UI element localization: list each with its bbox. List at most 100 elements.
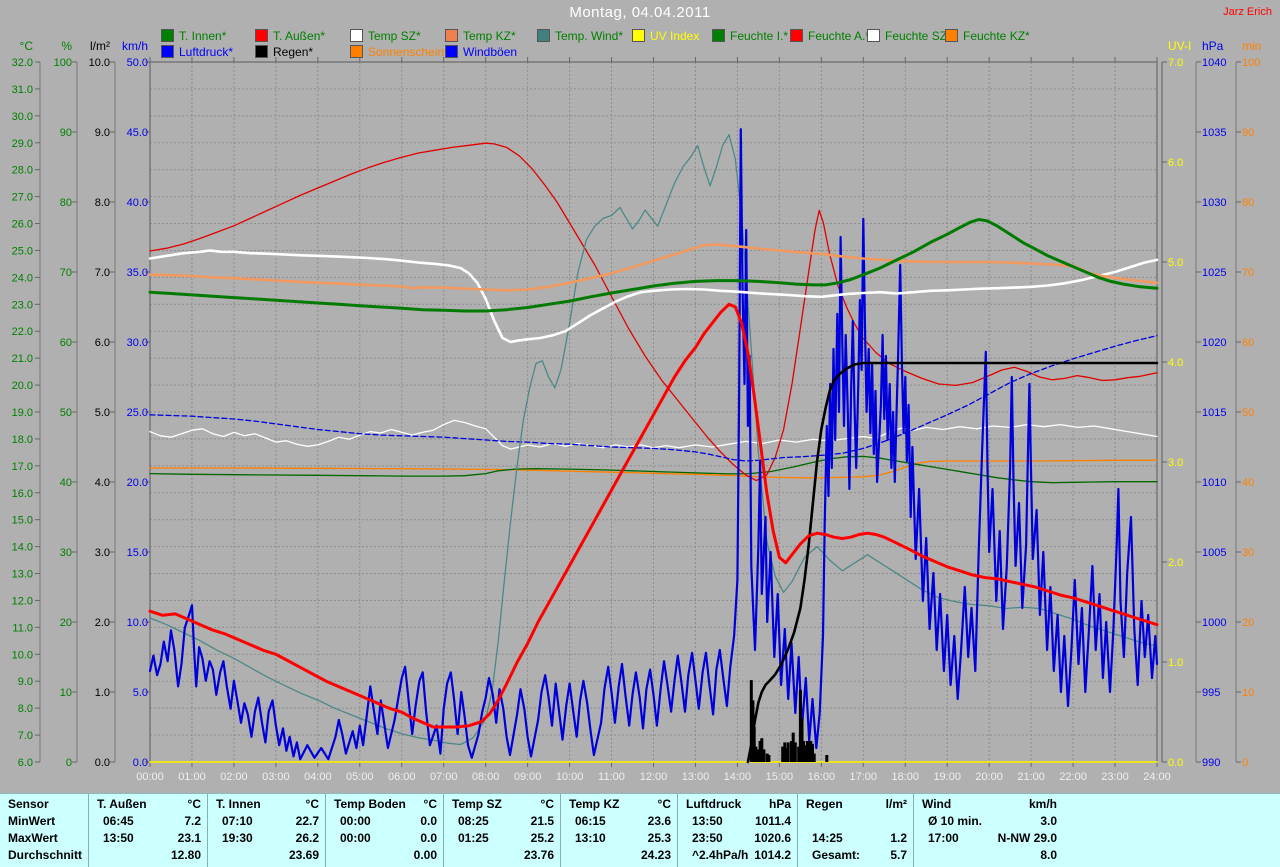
sensor-unit: °C: [658, 796, 671, 813]
sensor-name: T. Außen: [97, 796, 147, 813]
axis-tick-label: 90: [1242, 127, 1254, 139]
x-axis-label: 14:00: [724, 771, 752, 783]
series-t-innen: [150, 220, 1157, 312]
axis-tick-label: 20: [1242, 617, 1254, 629]
axis-tick-label: 1015: [1202, 407, 1226, 419]
x-axis-label: 11:00: [598, 771, 625, 783]
axis-tick-label: 7.0: [95, 267, 110, 279]
axis-tick-label: 20.0: [127, 477, 148, 489]
stat-time: 23:50: [686, 830, 723, 847]
axis-tick-label: 30: [60, 547, 72, 559]
stat-time: [806, 813, 812, 830]
stat-time: [922, 847, 928, 864]
axis-unit-label: min: [1242, 39, 1261, 53]
axis-tick-label: 30.0: [12, 111, 33, 123]
axis-tick-label: 12.0: [12, 595, 33, 607]
row-label: MaxWert: [8, 830, 58, 847]
axis-tick-label: 990: [1202, 757, 1220, 769]
axis-uv: 7.06.05.04.03.02.01.00.0UV-I: [1162, 39, 1191, 769]
axis-unit-label: %: [61, 39, 72, 53]
stat-value: 22.7: [296, 813, 319, 830]
axis-tick-label: 25.0: [127, 407, 148, 419]
axis-tick-label: 10: [60, 687, 72, 699]
axis-tick-label: 40: [60, 477, 72, 489]
stat-time: 13:50: [97, 830, 134, 847]
weather-chart: 32.031.030.029.028.027.026.025.024.023.0…: [0, 0, 1280, 793]
axis-tick-label: 25.0: [12, 245, 33, 257]
axis-tick-label: 7.0: [18, 730, 33, 742]
stat-value: 0.0: [420, 813, 437, 830]
axis-tick-label: 45.0: [127, 127, 148, 139]
axis-tick-label: 22.0: [12, 326, 33, 338]
axis-tick-label: 1000: [1202, 617, 1226, 629]
axis-tick-label: 29.0: [12, 138, 33, 150]
axis-unit-label: l/m²: [90, 39, 110, 53]
axis-tick-label: 1005: [1202, 547, 1226, 559]
x-axis-label: 19:00: [933, 771, 961, 783]
axis-tick-label: 7.0: [1168, 57, 1183, 69]
table-column: Regenl/m²14:251.2Gesamt:5.7: [797, 794, 913, 867]
stat-value: 23.6: [648, 813, 671, 830]
x-axis-label: 16:00: [808, 771, 836, 783]
axis-tick-label: 28.0: [12, 165, 33, 177]
axis-tick-label: 40.0: [127, 197, 148, 209]
stat-time: 06:45: [97, 813, 134, 830]
x-axis-label: 01:00: [178, 771, 206, 783]
sensor-unit: °C: [306, 796, 319, 813]
stat-time: 13:50: [686, 813, 723, 830]
axis-tick-label: 1020: [1202, 337, 1226, 349]
axis-tick-label: 70: [1242, 267, 1254, 279]
axis-tick-label: 8.0: [18, 703, 33, 715]
axis-tick-label: 6.0: [18, 757, 33, 769]
x-axis-label: 05:00: [346, 771, 374, 783]
stat-time: 00:00: [334, 813, 371, 830]
sensor-name: Luftdruck: [686, 796, 741, 813]
stat-value: 25.2: [531, 830, 554, 847]
stat-value: 12.80: [171, 847, 201, 864]
x-axis-label: 03:00: [262, 771, 290, 783]
x-axis-label: 13:00: [682, 771, 710, 783]
sensor-unit: °C: [424, 796, 437, 813]
x-axis-label: 20:00: [975, 771, 1003, 783]
stat-time: [216, 847, 222, 864]
axis-tick-label: 50.0: [127, 57, 148, 69]
x-axis-label: 07:00: [430, 771, 458, 783]
x-axis-label: 10:00: [556, 771, 584, 783]
table-column: T. Innen°C07:1022.719:3026.223.69: [207, 794, 325, 867]
stat-time: Gesamt:: [806, 847, 860, 864]
sensor-name: Wind: [922, 796, 951, 813]
axis-tick-label: 30: [1242, 547, 1254, 559]
axis-tick-label: 80: [1242, 197, 1254, 209]
stat-time: [569, 847, 575, 864]
axis-tick-label: 80: [60, 197, 72, 209]
axis-tick-label: 100: [54, 57, 72, 69]
axis-tick-label: 4.0: [95, 477, 110, 489]
axis-tick-label: 0.0: [133, 757, 148, 769]
axis-tick-label: 6.0: [95, 337, 110, 349]
stat-value: 5.7: [890, 847, 907, 864]
sensor-name: Temp KZ: [569, 796, 619, 813]
stat-value: 23.1: [178, 830, 201, 847]
stat-time: 19:30: [216, 830, 253, 847]
axis-tick-label: 14.0: [12, 542, 33, 554]
axis-unit-label: km/h: [122, 39, 148, 53]
stat-value: 8.0: [1040, 847, 1057, 864]
stat-time: [334, 847, 340, 864]
stat-value: 0.0: [420, 830, 437, 847]
axis-unit-label: UV-I: [1168, 39, 1191, 53]
axis-sunshine: 1009080706050403020100min: [1236, 39, 1261, 769]
stat-value: 1011.4: [755, 813, 791, 830]
x-axis-label: 00:00: [136, 771, 164, 783]
axis-unit-label: hPa: [1202, 39, 1224, 53]
axis-tick-label: 10.0: [89, 57, 110, 69]
axis-tick-label: 60: [60, 337, 72, 349]
sensor-name: T. Innen: [216, 796, 261, 813]
axis-tick-label: 21.0: [12, 353, 33, 365]
table-column: Temp SZ°C08:2521.501:2525.223.76: [443, 794, 560, 867]
axis-tick-label: 1.0: [1168, 657, 1183, 669]
stat-value: 26.2: [296, 830, 319, 847]
axis-tick-label: 10.0: [12, 649, 33, 661]
axis-tick-label: 19.0: [12, 407, 33, 419]
series-regen-summe: [748, 363, 1157, 762]
stat-value: 23.69: [289, 847, 319, 864]
